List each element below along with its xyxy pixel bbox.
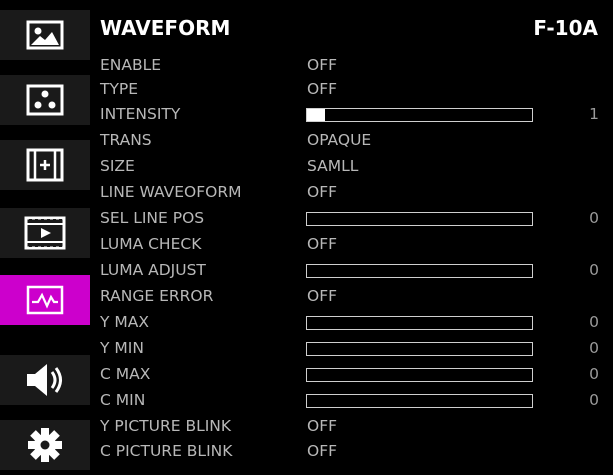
page-title: WAVEFORM [100,16,231,40]
tab-film[interactable] [0,208,90,258]
menu-row-sel-line-pos[interactable]: SEL LINE POS 0 [100,206,605,230]
row-label: C MIN [100,391,146,409]
slider-bar[interactable] [306,368,533,382]
row-label: LUMA CHECK [100,235,202,253]
menu-row-c-max[interactable]: C MAX 0 [100,362,605,386]
tab-settings[interactable] [0,420,90,470]
menu-row-enable[interactable]: ENABLE OFF [100,53,605,77]
marker-icon [26,148,64,182]
row-label: SEL LINE POS [100,209,205,227]
slider-fill [307,109,325,121]
row-value[interactable]: OFF [307,53,337,77]
slider-bar[interactable] [306,394,533,408]
row-value[interactable]: OFF [307,77,337,101]
row-label: TYPE [100,80,139,98]
row-label: RANGE ERROR [100,287,214,305]
row-value[interactable]: OFF [307,414,337,438]
menu-row-luma-check[interactable]: LUMA CHECK OFF [100,232,605,256]
menu-row-range-error[interactable]: RANGE ERROR OFF [100,284,605,308]
slider-number: 0 [589,313,599,331]
tab-color[interactable] [0,75,90,125]
menu-row-c-min[interactable]: C MIN 0 [100,388,605,412]
row-value[interactable]: OFF [307,180,337,204]
waveform-icon [26,285,64,315]
row-value[interactable]: OPAQUE [307,128,371,152]
tab-marker[interactable] [0,140,90,190]
tab-picture[interactable] [0,10,90,60]
slider-bar[interactable] [306,212,533,226]
row-label: SIZE [100,157,135,175]
speaker-icon [27,364,62,396]
slider-number: 0 [589,365,599,383]
color-dots-icon [26,84,64,116]
menu-row-size[interactable]: SIZE SAMLL [100,154,605,178]
tab-audio[interactable] [0,355,90,405]
slider-number: 0 [589,209,599,227]
menu-row-trans[interactable]: TRANS OPAQUE [100,128,605,152]
menu-row-y-min[interactable]: Y MIN 0 [100,336,605,360]
sidebar [0,0,90,475]
film-icon [24,216,66,250]
row-label: TRANS [100,131,152,149]
slider-bar[interactable] [306,264,533,278]
menu-row-y-picture-blink[interactable]: Y PICTURE BLINK OFF [100,414,605,438]
menu-row-c-picture-blink[interactable]: C PICTURE BLINK OFF [100,439,605,463]
row-label: Y MIN [100,339,144,357]
row-label: C MAX [100,365,151,383]
tab-waveform[interactable] [0,275,90,325]
model-label: F-10A [533,16,598,40]
slider-number: 1 [589,105,599,123]
slider-number: 0 [589,261,599,279]
menu-row-luma-adjust[interactable]: LUMA ADJUST 0 [100,258,605,282]
row-label: LUMA ADJUST [100,261,206,279]
slider-bar[interactable] [306,342,533,356]
slider-number: 0 [589,391,599,409]
row-value[interactable]: OFF [307,439,337,463]
gear-icon [28,428,62,462]
row-label: LINE WAVEOFORM [100,183,242,201]
row-label: Y MAX [100,313,149,331]
menu-row-type[interactable]: TYPE OFF [100,77,605,101]
row-value[interactable]: OFF [307,232,337,256]
slider-bar[interactable] [306,316,533,330]
menu-row-y-max[interactable]: Y MAX 0 [100,310,605,334]
row-label: Y PICTURE BLINK [100,417,232,435]
picture-icon [26,20,64,50]
row-value[interactable]: OFF [307,284,337,308]
row-label: ENABLE [100,56,162,74]
slider-bar[interactable] [306,108,533,122]
slider-number: 0 [589,339,599,357]
menu-row-line-waveform[interactable]: LINE WAVEOFORM OFF [100,180,605,204]
row-label: INTENSITY [100,105,181,123]
menu-row-intensity[interactable]: INTENSITY 1 [100,102,605,126]
row-label: C PICTURE BLINK [100,442,233,460]
row-value[interactable]: SAMLL [307,154,358,178]
